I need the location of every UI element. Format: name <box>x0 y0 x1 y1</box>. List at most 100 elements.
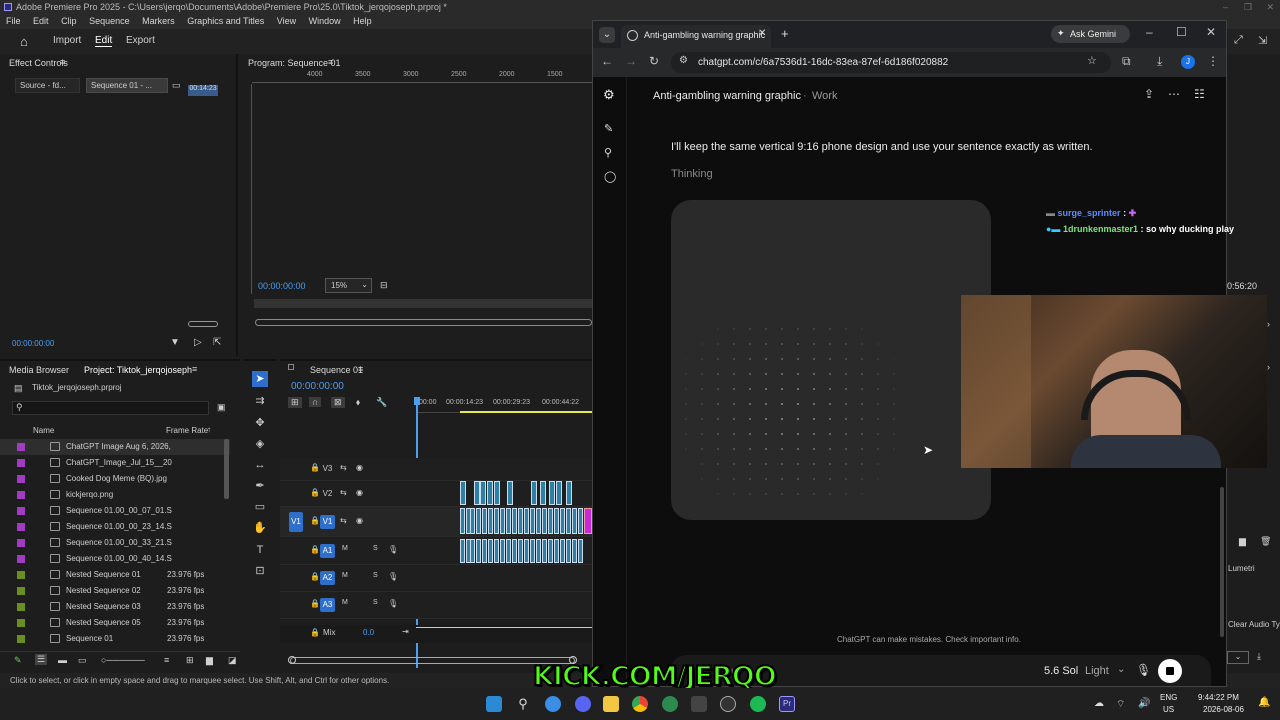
video-clip[interactable] <box>470 508 475 534</box>
premiere-icon[interactable]: Pr <box>779 696 795 712</box>
audio-clip[interactable] <box>476 539 481 563</box>
audio-clip[interactable] <box>566 539 571 563</box>
video-clip[interactable] <box>578 508 583 534</box>
video-clip[interactable] <box>554 508 559 534</box>
video-clip[interactable] <box>488 508 493 534</box>
graphic-clip[interactable] <box>584 508 592 534</box>
chevron-down-icon[interactable]: ⌄ <box>1117 664 1125 675</box>
windows-start-icon[interactable] <box>486 696 502 712</box>
label-color-swatch[interactable] <box>17 571 25 579</box>
track-target[interactable]: V1 <box>320 515 335 529</box>
video-clip[interactable] <box>494 481 500 505</box>
project-item[interactable]: ChatGPT Image Aug 6, 2026, <box>0 439 230 455</box>
sync-lock-icon[interactable]: ⇆ <box>340 488 347 497</box>
menu-edit[interactable]: Edit <box>33 16 49 26</box>
project-item[interactable]: Sequence 01.00_00_07_01.S <box>0 503 230 519</box>
zoom-select[interactable]: 15% ⌄ <box>325 278 372 293</box>
project-item[interactable]: Nested Sequence 03 23.976 fps <box>0 599 230 615</box>
audio-clip[interactable] <box>572 539 577 563</box>
video-clip[interactable] <box>549 481 555 505</box>
selection-tool-icon[interactable]: ➤ <box>252 371 268 387</box>
menu-markers[interactable]: Markers <box>142 16 175 26</box>
app-icon[interactable] <box>691 696 707 712</box>
new-bin-icon[interactable]: ▣ <box>217 402 226 413</box>
label-color-swatch[interactable] <box>17 603 25 611</box>
project-item[interactable]: ChatGPT_Image_Jul_15__20 <box>0 455 230 471</box>
stop-button[interactable] <box>1158 659 1182 683</box>
panel-menu-icon[interactable]: ≡ <box>358 364 363 374</box>
tab-search-icon[interactable]: ⌄ <box>599 27 615 43</box>
timeline-title[interactable]: Sequence 01 <box>310 365 363 375</box>
zoom-slider[interactable]: ○────── <box>101 655 145 665</box>
microphone-icon[interactable]: 🎙 <box>388 572 398 581</box>
chat-bubble-icon[interactable]: ◯ <box>604 170 616 183</box>
col-name[interactable]: Name <box>33 426 54 435</box>
nav-import[interactable]: Import <box>53 35 81 46</box>
project-item[interactable]: Sequence 01 23.976 fps <box>0 631 230 647</box>
project-item[interactable]: Nested Sequence 05 23.976 fps <box>0 615 230 631</box>
audio-clip[interactable] <box>488 539 493 563</box>
settings-icon[interactable]: ⊟ <box>380 280 388 291</box>
video-clip[interactable] <box>507 481 513 505</box>
video-clip[interactable] <box>548 508 553 534</box>
project-item[interactable]: Sequence 01.00_00_40_14.S <box>0 551 230 567</box>
ripple-edit-tool-icon[interactable]: ✥ <box>252 415 268 431</box>
spotify-icon[interactable] <box>750 696 766 712</box>
lumetri-tab[interactable]: Lumetri <box>1228 564 1255 573</box>
playhead-timecode[interactable]: 00:14:23 <box>188 85 218 96</box>
lock-icon[interactable]: 🔒 <box>310 545 320 554</box>
video-clip[interactable] <box>480 481 486 505</box>
video-clip[interactable] <box>566 481 572 505</box>
menu-file[interactable]: File <box>6 16 21 26</box>
slip-tool-icon[interactable]: ↔ <box>252 457 268 473</box>
close-icon[interactable]: ✕ <box>1266 0 1274 14</box>
scroll-handle-left[interactable] <box>288 656 296 664</box>
nav-export[interactable]: Export <box>126 35 155 46</box>
media-browser-tab[interactable]: Media Browser <box>9 365 69 375</box>
new-item-icon[interactable]: ◪ <box>228 655 237 666</box>
label-color-swatch[interactable] <box>17 523 25 531</box>
right-arrow-icon[interactable]: › <box>1267 319 1270 329</box>
video-clip[interactable] <box>572 508 577 534</box>
timeline-timecode[interactable]: 00:00:00:00 <box>291 381 344 392</box>
audio-clip[interactable] <box>578 539 583 563</box>
track-select-tool-icon[interactable]: ⇉ <box>252 393 268 409</box>
chrome-tab-active[interactable]: Anti-gambling warning graphic ✕ <box>621 25 771 48</box>
notifications-icon[interactable]: 🔔 <box>1258 697 1270 708</box>
panel-menu-icon[interactable]: ≡ <box>60 57 65 67</box>
lang-bottom[interactable]: US <box>1163 705 1174 714</box>
video-clip[interactable] <box>560 508 565 534</box>
audio-clip[interactable] <box>494 539 499 563</box>
chat-scrollbar[interactable] <box>1220 487 1224 637</box>
panel-menu-icon[interactable]: ≡ <box>192 364 197 374</box>
mix-value[interactable]: 0.0 <box>363 628 374 637</box>
expand-icon[interactable]: ⇲ <box>1258 34 1267 47</box>
rectangle-tool-icon[interactable]: ▭ <box>252 499 268 515</box>
project-search-input[interactable]: ⚲ <box>12 401 209 415</box>
audio-clip[interactable] <box>560 539 565 563</box>
audio-clip[interactable] <box>530 539 535 563</box>
close-icon[interactable]: ✕ <box>1206 25 1216 39</box>
wrench-icon[interactable]: 🔧 <box>376 397 387 408</box>
mute-button[interactable]: M <box>342 545 348 552</box>
layout-icon[interactable]: ☷ <box>1194 87 1205 101</box>
home-icon[interactable]: ⌂ <box>20 34 28 49</box>
audio-clip[interactable] <box>500 539 505 563</box>
nav-edit[interactable]: Edit <box>95 35 113 47</box>
model-name[interactable]: 5.6 Sol <box>1044 665 1078 677</box>
linked-selection-icon[interactable]: ⊠ <box>331 397 345 408</box>
label-color-swatch[interactable] <box>17 587 25 595</box>
video-clip[interactable] <box>518 508 523 534</box>
video-clip[interactable] <box>530 508 535 534</box>
file-explorer-icon[interactable] <box>603 696 619 712</box>
search-icon[interactable]: ⚲ <box>604 146 612 159</box>
tab-close-icon[interactable]: ✕ <box>758 28 766 39</box>
folder-icon[interactable]: ▆ <box>1239 536 1246 547</box>
minimize-icon[interactable]: – <box>1146 25 1153 39</box>
lock-icon[interactable]: 🔒 <box>310 488 320 497</box>
sort-arrow-icon[interactable]: ↑ <box>207 425 211 434</box>
video-clip[interactable] <box>487 481 493 505</box>
playhead-handle[interactable] <box>414 397 420 405</box>
eye-icon[interactable]: ◉ <box>356 488 363 497</box>
bookmark-star-icon[interactable]: ☆ <box>1087 54 1097 67</box>
